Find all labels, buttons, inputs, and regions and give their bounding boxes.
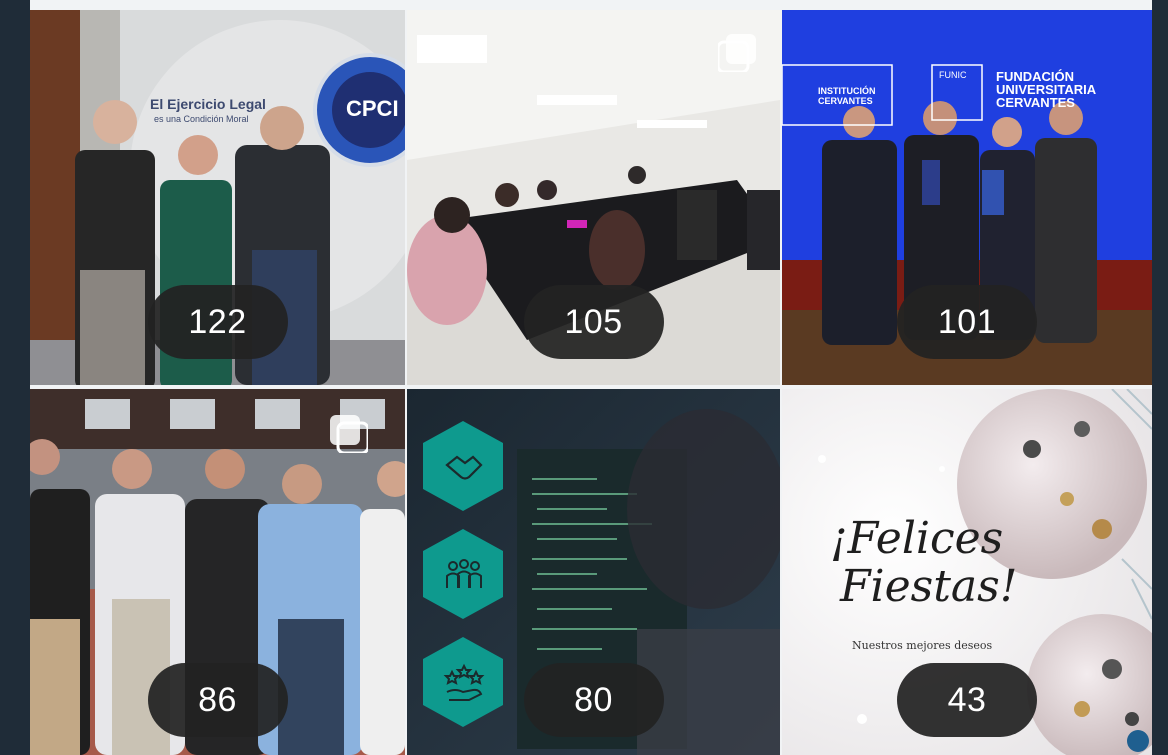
team-icon [446, 559, 482, 588]
cpci-logo-text: CPCI [346, 96, 399, 121]
posts-grid: El Ejercicio Legal es una Condición Mora… [30, 10, 1152, 755]
sign-subtitle: es una Condición Moral [154, 114, 249, 124]
grid-top-edge [30, 0, 1152, 10]
rating-hand-icon [443, 663, 485, 701]
sign-title: El Ejercicio Legal [150, 96, 266, 112]
post-tile-2[interactable]: 105 [407, 10, 780, 385]
multiple-images-icon [718, 34, 756, 72]
greeting-subtitle: Nuestros mejores deseos [852, 639, 993, 652]
multiple-images-icon [330, 415, 368, 453]
handshake-icon [445, 455, 483, 480]
banner-logo-text: FUNIC [939, 70, 967, 80]
post-tile-5[interactable]: 80 [407, 389, 780, 755]
post-tile-4[interactable]: 86 [30, 389, 405, 755]
banner-line-3: CERVANTES [996, 95, 1075, 110]
post-tile-3[interactable]: INSTITUCIÓN CERVANTES FUNIC FUNDACIÓN UN… [782, 10, 1152, 385]
post-count-badge: 86 [147, 663, 288, 737]
greeting-line-1: ¡Felices [830, 513, 1004, 564]
app-frame: El Ejercicio Legal es una Condición Mora… [0, 0, 1168, 755]
post-count-badge: 43 [897, 663, 1037, 737]
banner-right-text: FUNDACIÓN UNIVERSITARIA CERVANTES [996, 70, 1096, 109]
post-count-badge: 122 [147, 285, 288, 359]
post-tile-6[interactable]: ¡Felices Fiestas! Nuestros mejores deseo… [782, 389, 1152, 755]
post-count-badge: 105 [523, 285, 664, 359]
greeting-line-2: Fiestas! [840, 561, 1018, 612]
post-tile-1[interactable]: El Ejercicio Legal es una Condición Mora… [30, 10, 405, 385]
banner-left-text: INSTITUCIÓN CERVANTES [818, 86, 876, 106]
post-count-badge: 101 [897, 285, 1037, 359]
post-count-badge: 80 [523, 663, 664, 737]
